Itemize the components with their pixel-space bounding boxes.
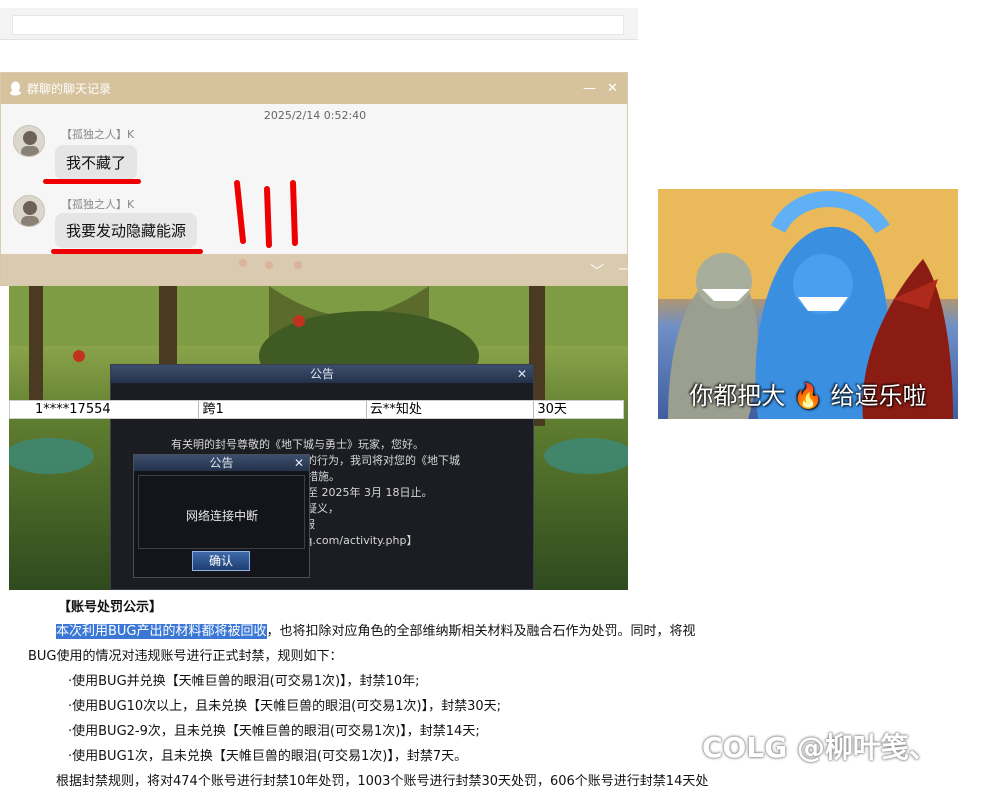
character-cell: 云**知处 [367,401,535,418]
avatar[interactable] [13,125,45,157]
watermark: COLG @柳叶笺、 [702,731,937,764]
announcement-paragraph: 本次利用BUG产出的材料都将被回收，也将扣除对应角色的全部维纳斯相关材料及融合石… [56,620,696,639]
message-bubble[interactable]: 我不藏了 [55,145,138,180]
notice-titlebar: 公告 ✕ [111,365,533,383]
top-bar [0,8,638,40]
minimize-icon[interactable]: — [583,81,596,96]
rule-item: ·使用BUG1次，且未兑换【天帷巨兽的眼泪(可交易1次)】，封禁7天。 [68,749,468,764]
announcement-paragraph: 根据封禁规则，将对474个账号进行封禁10年处罚，1003个账号进行封禁30天处… [56,774,709,788]
paragraph-text: ，也将扣除对应角色的全部维纳斯相关材料及融合石作为处罚。同时，将视 [266,624,696,639]
chat-collapse-bar[interactable]: ﹀ — [0,254,632,286]
notice-line: 有关明的封号尊敬的《地下城与勇士》玩家，您好。 [171,438,424,451]
qq-penguin-icon [10,81,21,96]
confirm-button[interactable]: 确认 [192,551,250,571]
sender-name: 【孤独之人】K [61,198,135,211]
meme-caption-left: 你都把大 [689,382,786,410]
close-icon[interactable]: ✕ [517,365,527,383]
rule-item: ·使用BUG2-9次，且未兑换【天帷巨兽的眼泪(可交易1次)】，封禁14天; [68,724,480,739]
message-bubble[interactable]: 我要发动隐藏能源 [55,213,198,248]
fire-icon: 🔥 [793,382,823,410]
close-icon[interactable]: ✕ [294,455,304,471]
notice-title: 公告 [309,367,334,381]
chevron-down-icon[interactable]: ﹀ [590,261,604,281]
account-info-row: 1****17554 跨1 云**知处 30天 [9,400,624,419]
server-cell: 跨1 [199,401,367,418]
top-input-strip [12,15,624,35]
dialog-titlebar: 公告 ✕ [134,455,309,471]
message-timestamp: 2025/2/14 0:52:40 [263,109,367,122]
game-screenshot: 公告 ✕ 有关明的封号尊敬的《地下城与勇士》玩家，您好。 服务协议》的行为，我司… [9,286,628,590]
ban-duration-cell: 30天 [537,402,567,417]
announcement-heading: 【账号处罚公示】 [58,600,163,615]
announcement-paragraph: BUG使用的情况对违规账号进行正式封禁，规则如下： [28,649,343,664]
dialog-message: 网络连接中断 [186,509,259,523]
sender-name: 【孤独之人】K [61,128,135,141]
rule-item: ·使用BUG并兑换【天帷巨兽的眼泪(可交易1次)】，封禁10年; [68,674,420,689]
chat-message: 【孤独之人】K 我不藏了 [13,125,138,180]
meme-image: 你都把大 🔥 给逗乐啦 [658,189,958,419]
meme-caption: 你都把大 🔥 给逗乐啦 [658,376,958,411]
network-error-dialog: 公告 ✕ 网络连接中断 确认 [133,454,310,578]
chat-message: 【孤独之人】K 我要发动隐藏能源 [13,195,198,248]
dialog-title: 公告 [209,456,234,470]
meme-caption-right: 给逗乐啦 [830,382,927,410]
minimize-icon[interactable]: — [618,261,632,277]
rule-item: ·使用BUG10次以上，且未兑换【天帷巨兽的眼泪(可交易1次)】，封禁30天; [68,699,502,714]
screenshot-canvas: 群聊的聊天记录 — ✕ 2025/2/14 0:52:40 【孤独之人】K 我不… [0,0,1000,788]
chat-title: 群聊的聊天记录 [27,82,112,96]
highlighted-text: 本次利用BUG产出的材料都将被回收 [56,624,267,639]
close-icon[interactable]: ✕ [607,81,618,96]
avatar[interactable] [13,195,45,227]
red-underline-mark [43,179,141,184]
chat-titlebar: 群聊的聊天记录 — ✕ [1,73,627,104]
account-id-cell: 1****17554 [10,401,200,418]
